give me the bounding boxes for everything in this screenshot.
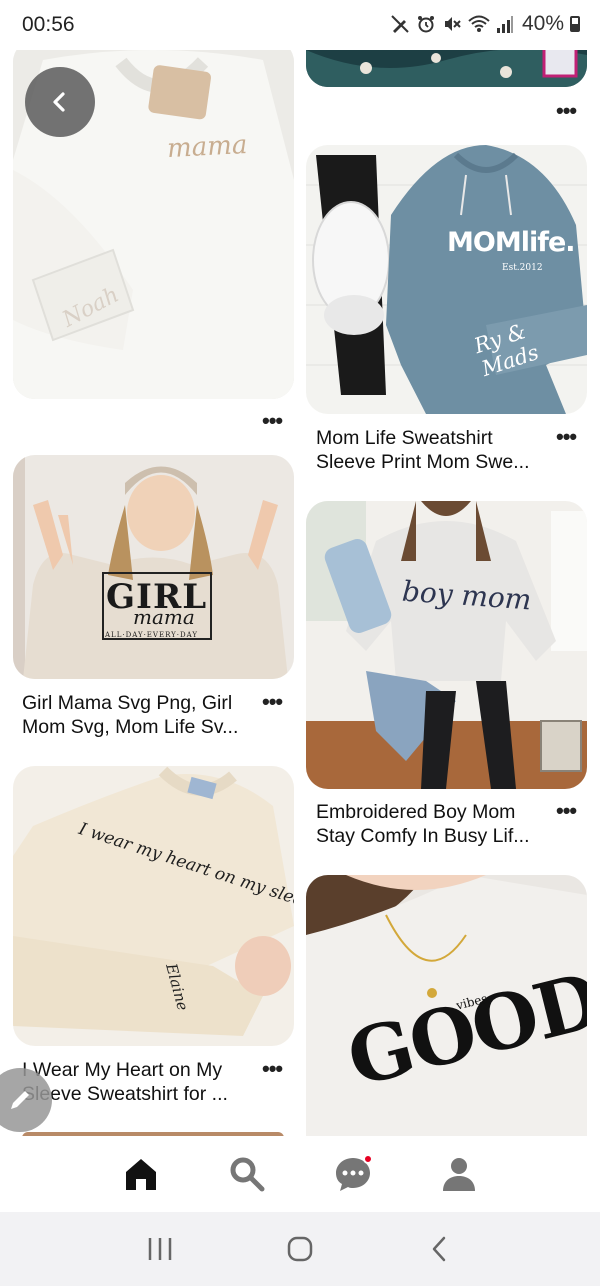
image-text-momlife: MOMlife. <box>447 227 576 258</box>
home-button[interactable] <box>270 1224 330 1274</box>
no-pen-icon <box>391 15 409 33</box>
pin-image-good-vibes[interactable]: GOOD vibes <box>306 875 587 1136</box>
home-circle-icon <box>287 1236 313 1262</box>
pin-more-button[interactable]: ••• <box>262 410 283 432</box>
status-bar: 00:56 40% <box>0 0 600 50</box>
pin-more-button[interactable]: ••• <box>556 100 577 122</box>
status-time: 00:56 <box>22 13 75 36</box>
system-back-button[interactable] <box>410 1224 470 1274</box>
nav-search[interactable] <box>217 1144 277 1204</box>
recent-apps-icon <box>148 1238 172 1260</box>
profile-icon <box>443 1158 475 1191</box>
nav-messages[interactable] <box>323 1144 383 1204</box>
status-icons: 40% <box>390 12 580 36</box>
back-arrow-icon <box>432 1236 446 1262</box>
notification-dot <box>363 1154 373 1164</box>
nav-profile[interactable] <box>429 1144 489 1204</box>
recent-apps-button[interactable] <box>130 1224 190 1274</box>
pin-more-button[interactable]: ••• <box>262 691 283 713</box>
pin-more-button[interactable]: ••• <box>556 426 577 448</box>
pin-more-button[interactable]: ••• <box>262 1058 283 1080</box>
chevron-left-icon <box>53 92 65 112</box>
pin-title[interactable]: Mom Life Sweatshirt Sleeve Print Mom Swe… <box>316 426 541 474</box>
image-text-est: Est.2012 <box>502 263 543 273</box>
pin-image-heart-sleeve[interactable]: I wear my heart on my sleeve Elaine <box>13 766 294 1046</box>
system-nav-bar <box>0 1212 600 1286</box>
pin-title[interactable]: Embroidered Boy Mom Stay Comfy In Busy L… <box>316 800 541 848</box>
signal-icon <box>496 16 513 33</box>
pin-title[interactable]: Girl Mama Svg Png, Girl Mom Svg, Mom Lif… <box>22 691 247 739</box>
back-button[interactable] <box>25 67 95 137</box>
pin-image-girl-mama[interactable]: GIRL mama ALL·DAY·EVERY·DAY <box>13 455 294 679</box>
bottom-nav <box>0 1136 600 1212</box>
mute-icon <box>444 17 461 31</box>
pin-image-mom-life[interactable]: MOMlife. Est.2012 Ry & Mads <box>306 145 587 414</box>
battery-icon <box>570 16 580 32</box>
pin-more-button[interactable]: ••• <box>556 800 577 822</box>
search-icon <box>230 1157 265 1192</box>
pin-image-boy-mom[interactable]: boy mom <box>306 501 587 789</box>
image-text-mama-script: mama <box>133 605 195 629</box>
image-text-all-day: ALL·DAY·EVERY·DAY <box>105 631 198 639</box>
pin-feed[interactable]: mama Noah ••• ••• MOMlife. Est.2012 Ry &… <box>0 40 600 1136</box>
wifi-icon <box>468 15 490 32</box>
alarm-icon <box>417 16 434 33</box>
nav-home[interactable] <box>111 1144 171 1204</box>
pencil-icon <box>11 1091 29 1109</box>
image-text-mama: mama <box>166 129 249 165</box>
battery-level: 40% <box>521 12 564 35</box>
home-icon <box>126 1159 156 1190</box>
pin-title[interactable]: I Wear My Heart on My Sleeve Sweatshirt … <box>22 1058 247 1106</box>
